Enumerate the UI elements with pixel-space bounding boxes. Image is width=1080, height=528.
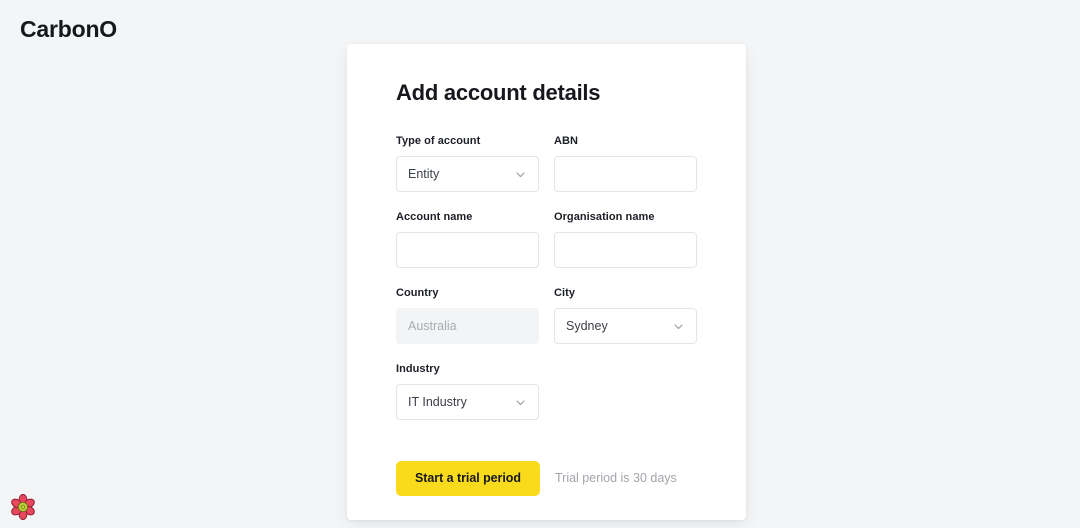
input-account-name[interactable]	[396, 232, 539, 268]
brand-logo: CarbonO	[20, 16, 117, 42]
input-abn[interactable]	[554, 156, 697, 192]
form-row-3: Country Australia City Sydney	[396, 286, 697, 344]
field-city: City Sydney	[554, 286, 697, 344]
field-organisation-name: Organisation name	[554, 210, 697, 268]
field-industry: Industry IT Industry	[396, 362, 539, 420]
select-type-of-account[interactable]: Entity	[396, 156, 539, 192]
chevron-down-icon	[672, 320, 685, 333]
label-country: Country	[396, 287, 439, 299]
input-country: Australia	[396, 308, 539, 344]
card-inner: Add account details Type of account Enti…	[347, 44, 746, 496]
chevron-down-icon	[514, 396, 527, 409]
form-row-1: Type of account Entity ABN	[396, 134, 697, 192]
label-organisation-name: Organisation name	[554, 211, 655, 223]
form-row-2: Account name Organisation name	[396, 210, 697, 268]
input-country-value: Australia	[408, 319, 457, 333]
action-row: Start a trial period Trial period is 30 …	[396, 461, 697, 496]
select-city[interactable]: Sydney	[554, 308, 697, 344]
label-type-of-account: Type of account	[396, 135, 481, 147]
start-trial-button[interactable]: Start a trial period	[396, 461, 540, 496]
account-details-card: Add account details Type of account Enti…	[347, 44, 746, 520]
select-industry-value: IT Industry	[408, 395, 467, 409]
label-abn: ABN	[554, 135, 578, 147]
select-type-of-account-value: Entity	[408, 167, 440, 181]
field-type-of-account: Type of account Entity	[396, 134, 539, 192]
form-row-4: Industry IT Industry	[396, 362, 697, 420]
select-industry[interactable]: IT Industry	[396, 384, 539, 420]
chevron-down-icon	[514, 168, 527, 181]
label-industry: Industry	[396, 363, 440, 375]
label-account-name: Account name	[396, 211, 473, 223]
label-city: City	[554, 287, 575, 299]
trial-helper-text: Trial period is 30 days	[554, 471, 677, 485]
field-country: Country Australia	[396, 286, 539, 344]
page-title: Add account details	[396, 80, 601, 105]
input-organisation-name[interactable]	[554, 232, 697, 268]
select-city-value: Sydney	[566, 319, 608, 333]
field-account-name: Account name	[396, 210, 539, 268]
flower-icon[interactable]	[10, 494, 36, 520]
field-abn: ABN	[554, 134, 697, 192]
